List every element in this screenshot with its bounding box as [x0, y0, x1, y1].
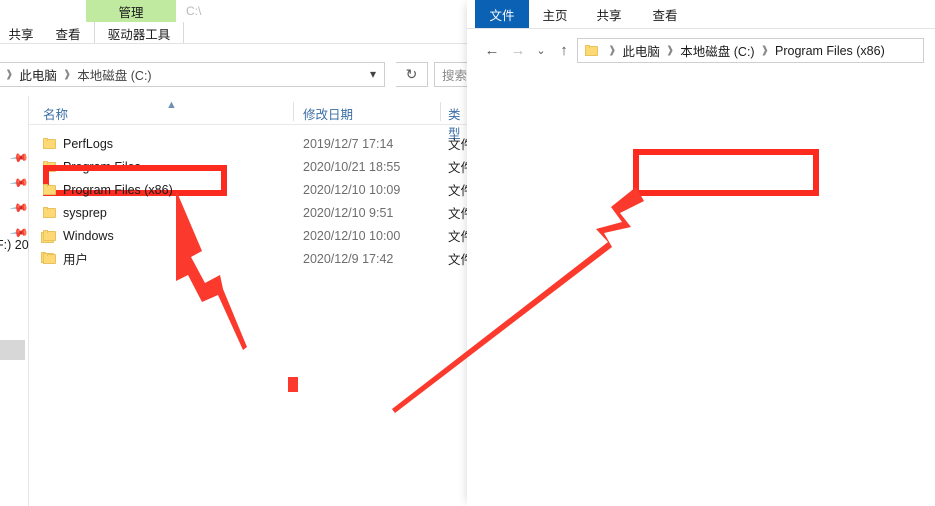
table-cell-wrapper: 文件 [448, 132, 467, 155]
left-address-bar[interactable]: ❱ 此电脑 ❱ 本地磁盘 (C:) ▾ [0, 62, 385, 87]
breadcrumb-separator-icon: ❱ [5, 69, 13, 80]
pin-icon: 📌 [9, 198, 29, 218]
folder-icon [585, 45, 598, 56]
file-name: sysprep [63, 206, 107, 220]
right-ribbon-tabs: 文件 主页 共享 查看 [467, 0, 935, 28]
left-col-header-name[interactable]: 名称 [43, 104, 68, 123]
left-refresh-button[interactable]: ↻ [396, 62, 428, 87]
right-breadcrumb-1[interactable]: 本地磁盘 (C:) [680, 41, 754, 60]
file-name: Windows [63, 229, 114, 243]
right-tab-file[interactable]: 文件 [475, 0, 529, 28]
right-tab-home[interactable]: 主页 [529, 0, 581, 28]
left-ribbon: 管理 C:\ 共享 查看 驱动器工具 [0, 0, 467, 44]
file-row[interactable]: Program Files [43, 155, 173, 178]
breadcrumb-separator-icon: ❱ [761, 45, 769, 56]
left-col-divider[interactable] [440, 102, 441, 121]
right-nav-buttons: ← → ⌄ ↑ [479, 38, 577, 63]
up-button[interactable]: ↑ [551, 38, 577, 63]
right-annotation-arrow [390, 185, 660, 425]
left-breadcrumb-1[interactable]: 本地磁盘 (C:) [77, 65, 151, 84]
file-date: 2019/12/7 17:14 [303, 137, 393, 151]
file-name: Program Files (x86) [63, 183, 173, 197]
right-ribbon-divider [467, 28, 935, 29]
file-name: 用户 [63, 249, 88, 268]
right-breadcrumb-0[interactable]: 此电脑 [622, 41, 660, 60]
left-navigation-pane-clipped: 📌 📌 📌 📌 [0, 124, 28, 506]
file-date: 2020/10/21 18:55 [303, 160, 400, 174]
sort-ascending-icon: ▲ [166, 99, 177, 111]
left-clipped-sidebar-label: F:) 20 [0, 238, 29, 252]
right-address-bar[interactable]: ❱ 此电脑 ❱ 本地磁盘 (C:) ❱ Program Files (x86) [577, 38, 924, 63]
table-cell-wrapper: 文件 [448, 155, 467, 178]
right-tab-view[interactable]: 查看 [639, 0, 691, 28]
file-type: 文件 [448, 134, 467, 153]
breadcrumb-separator-icon: ❱ [63, 69, 71, 80]
left-search-input[interactable]: 搜索 [434, 62, 467, 87]
left-tab-manage[interactable]: 管理 [86, 0, 176, 22]
left-annotation-arrow [150, 185, 350, 385]
left-header-underline [0, 124, 467, 125]
right-tab-share[interactable]: 共享 [583, 0, 635, 28]
forward-button[interactable]: → [505, 38, 531, 63]
left-selected-nav-item-clipped [0, 340, 25, 360]
pin-icon: 📌 [9, 173, 29, 193]
left-breadcrumb-0[interactable]: 此电脑 [19, 65, 57, 84]
table-cell-wrapper: 2020/10/21 18:55 [303, 155, 400, 178]
table-cell-wrapper: 2019/12/7 17:14 [303, 132, 400, 155]
breadcrumb-separator-icon: ❱ [666, 45, 674, 56]
chevron-down-icon[interactable]: ▾ [370, 67, 376, 81]
left-tab-drive-tools[interactable]: 驱动器工具 [94, 22, 184, 44]
right-breadcrumb-2[interactable]: Program Files (x86) [775, 44, 885, 58]
back-button[interactable]: ← [479, 38, 505, 63]
pin-icon: 📌 [9, 148, 29, 168]
left-ribbon-divider [0, 43, 467, 44]
folder-icon [43, 138, 56, 149]
folder-icon [43, 207, 56, 218]
folder-icon [43, 230, 56, 241]
left-tab-share[interactable]: 共享 [0, 22, 42, 44]
file-row[interactable]: PerfLogs [43, 132, 173, 155]
file-row[interactable]: Program Files (x86) [43, 178, 173, 201]
file-name: PerfLogs [63, 137, 113, 151]
breadcrumb-separator-icon: ❱ [608, 45, 616, 56]
left-context-label: C:\ [186, 4, 201, 18]
file-name: Program Files [63, 160, 141, 174]
left-column-headers: 名称 修改日期 类型 [0, 100, 467, 124]
left-col-header-date[interactable]: 修改日期 [303, 104, 353, 123]
refresh-icon: ↻ [406, 66, 418, 83]
left-col-divider[interactable] [293, 102, 294, 121]
folder-icon [43, 184, 56, 195]
annotation-marker-square [288, 377, 298, 392]
left-ribbon-tabs: 共享 查看 驱动器工具 [0, 22, 184, 44]
file-type: 文件 [448, 157, 467, 176]
left-tab-view[interactable]: 查看 [42, 22, 94, 44]
folder-icon [43, 253, 56, 264]
folder-icon [43, 161, 56, 172]
recent-locations-button[interactable]: ⌄ [531, 38, 551, 63]
